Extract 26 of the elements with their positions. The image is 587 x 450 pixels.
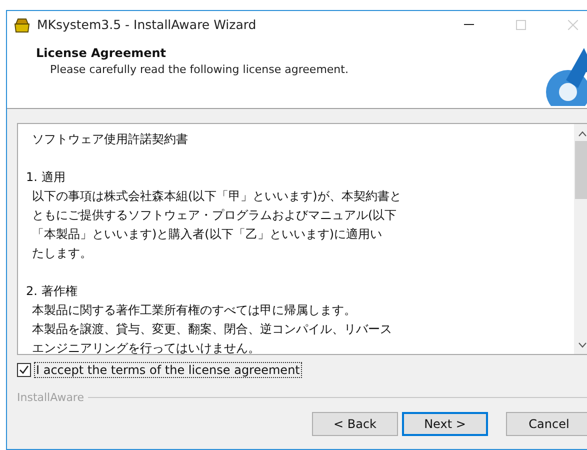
scroll-up-icon[interactable] <box>578 131 587 137</box>
license-title: ソフトウェア使用許諾契約書 <box>31 131 189 148</box>
minimize-icon[interactable] <box>464 24 474 26</box>
page-title: License Agreement <box>36 46 168 60</box>
license-line: ともにご提供するソフトウェア・プログラムおよびマニュアル(以下 <box>31 207 398 224</box>
wizard-button[interactable]: Cancel <box>506 412 587 436</box>
section-heading: 1. 適用 <box>26 169 66 186</box>
license-line: 本製品に関する著作工業所有権のすべては甲に帰属します。 <box>31 302 357 319</box>
section-heading: 2. 著作権 <box>26 283 78 300</box>
package-icon <box>13 16 31 32</box>
scroll-down-icon[interactable] <box>578 342 587 348</box>
license-line: エンジニアリングを行ってはいけません。 <box>31 340 261 354</box>
wizard-button[interactable]: < Back <box>312 412 398 436</box>
license-text-box[interactable] <box>17 123 587 355</box>
license-line: 「本製品」といいます)と購入者(以下「乙」といいます)に適用い <box>31 226 384 243</box>
accept-label[interactable]: I accept the terms of the license agreement <box>35 363 301 377</box>
accept-checkbox[interactable] <box>17 363 31 377</box>
wizard-button[interactable]: Next > <box>402 412 488 436</box>
license-line: たします。 <box>31 245 93 262</box>
license-line: 以下の事項は株式会社森本組(以下「甲」といいます)が、本契約書と <box>31 188 402 205</box>
window-title: MKsystem3.5 - InstallAware Wizard <box>37 17 258 32</box>
brand-label: InstallAware <box>17 391 84 404</box>
scroll-thumb[interactable] <box>575 141 587 199</box>
page-subtitle: Please carefully read the following license agreement. <box>49 63 348 76</box>
scrollbar[interactable] <box>574 124 587 354</box>
license-line: 本製品を譲渡、貸与、変更、翻案、閉合、逆コンパイル、リバース <box>31 321 393 338</box>
